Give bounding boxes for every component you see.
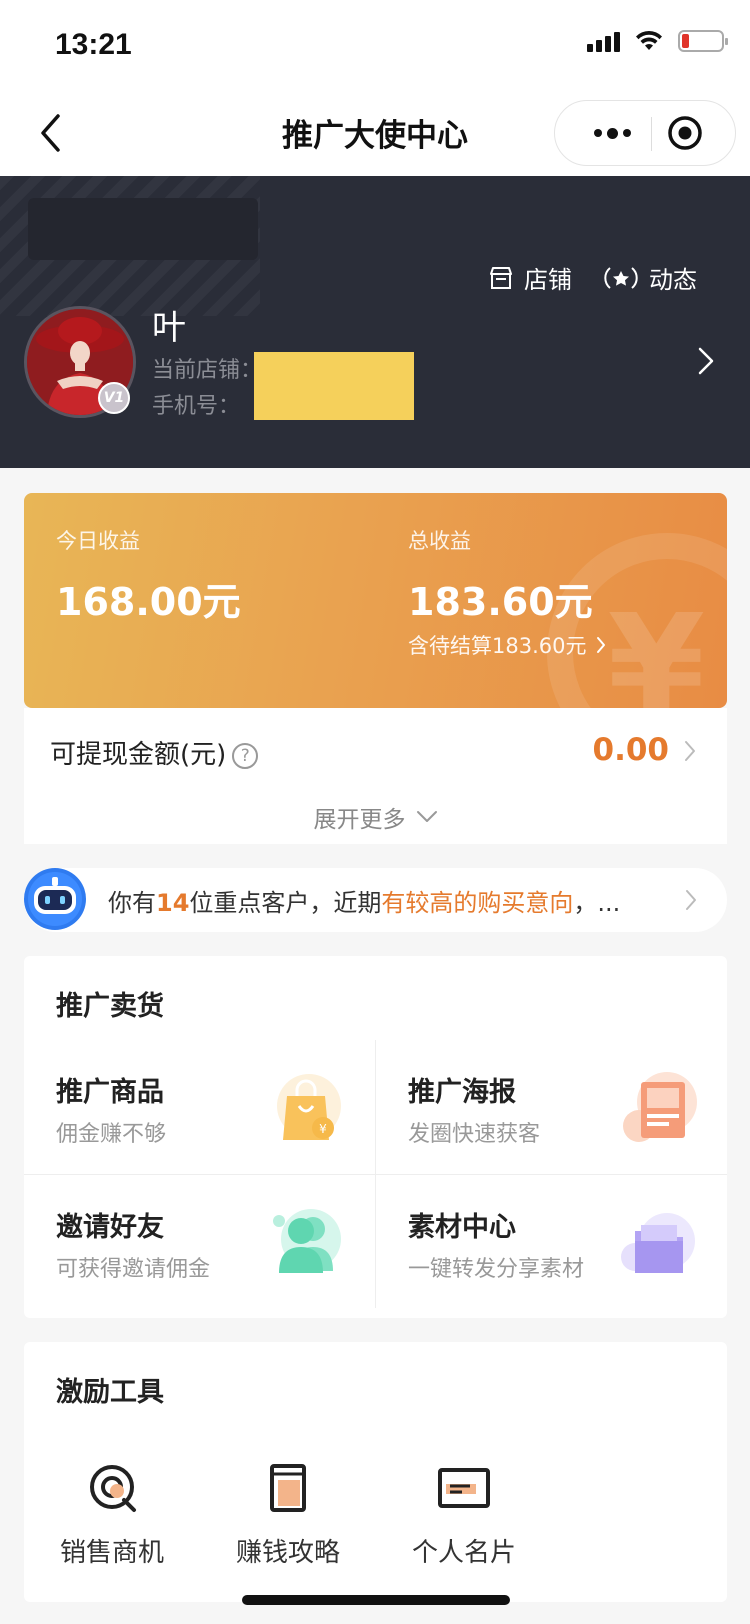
material-center-title: 素材中心	[408, 1212, 516, 1243]
material-center-subtitle: 一键转发分享素材	[408, 1257, 585, 1282]
promote-section-title: 推广卖货	[56, 991, 164, 1022]
shopping-bag-icon: ¥	[277, 1074, 341, 1140]
poster-icon	[623, 1072, 697, 1142]
business-card-tool[interactable]: 个人名片	[394, 1460, 534, 1569]
store-label: 当前店铺：	[152, 358, 263, 383]
incentive-tools-section: 激励工具 销售商机 赚钱攻略 个人名片	[24, 1342, 727, 1602]
withdraw-panel: 可提现金额(元) ? 0.00 展开更多	[24, 708, 727, 844]
activity-link[interactable]: 动态	[603, 260, 697, 295]
user-name: 叶	[152, 308, 186, 348]
notice-count: 14	[156, 889, 190, 917]
expand-more-label: 展开更多	[313, 807, 406, 833]
more-icon[interactable]	[577, 101, 647, 165]
pending-settlement-link[interactable]: 含待结算183.60元	[408, 630, 606, 660]
promote-products-tile[interactable]: 推广商品 佣金赚不够 ¥	[24, 1040, 375, 1174]
notice-suffix: ，...	[573, 889, 621, 917]
battery-icon	[678, 30, 728, 52]
sales-opportunity-label: 销售商机	[59, 1538, 164, 1568]
money-guide-tool[interactable]: 赚钱攻略	[218, 1460, 358, 1569]
business-card-label: 个人名片	[411, 1538, 516, 1568]
promote-section: 推广卖货 推广商品 佣金赚不够 ¥ 推广海报 发圈快速获客 邀请好友 可获得邀请…	[24, 956, 727, 1318]
invite-friends-subtitle: 可获得邀请佣金	[56, 1257, 211, 1282]
invite-friends-title: 邀请好友	[56, 1212, 164, 1243]
broadcast-star-icon	[604, 266, 638, 289]
notice-highlight: 有较高的购买意向	[381, 889, 574, 917]
miniprogram-capsule	[554, 100, 736, 166]
chevron-down-icon	[416, 811, 437, 822]
close-miniprogram-icon[interactable]	[666, 114, 704, 152]
profile-header: 店铺 动态 V1 叶 当前店铺： 手机号：	[0, 176, 750, 468]
expand-more-button[interactable]: 展开更多	[24, 800, 727, 834]
page: 13:21 推广大使中心 店铺 动态 V1 叶 当前店铺： 手机号： ¥ 今日收…	[0, 0, 750, 1624]
chevron-right-icon	[597, 637, 606, 653]
redacted-area	[28, 198, 258, 260]
promote-poster-subtitle: 发圈快速获客	[408, 1122, 541, 1147]
money-guide-label: 赚钱攻略	[235, 1538, 340, 1568]
nav-bar: 推广大使中心	[0, 90, 750, 176]
withdraw-chevron-icon[interactable]	[683, 740, 697, 762]
phone-label: 手机号：	[152, 394, 241, 419]
svg-text:¥: ¥	[319, 1122, 327, 1136]
incentive-tools-title: 激励工具	[56, 1377, 164, 1408]
promote-products-subtitle: 佣金赚不够	[56, 1122, 167, 1147]
business-card-icon	[438, 1468, 490, 1508]
key-customer-notice[interactable]: 你有14位重点客户，近期有较高的购买意向，...	[24, 868, 727, 932]
guide-book-icon	[270, 1464, 306, 1512]
store-icon	[490, 266, 512, 289]
redacted-info	[254, 352, 414, 420]
earnings-card: ¥ 今日收益 168.00元 总收益 183.60元 含待结算183.60元	[24, 493, 727, 708]
notice-chevron-icon	[686, 890, 696, 910]
store-link-label: 店铺	[524, 266, 572, 294]
sales-opportunity-tool[interactable]: 销售商机	[42, 1460, 182, 1569]
home-indicator[interactable]	[242, 1595, 510, 1605]
folder-icon	[621, 1213, 695, 1273]
notice-text: 你有14位重点客户，近期有较高的购买意向，...	[108, 883, 620, 918]
total-earnings-label: 总收益	[408, 529, 471, 553]
activity-link-label: 动态	[649, 266, 697, 294]
pending-settlement-text: 含待结算183.60元	[408, 634, 587, 658]
yen-watermark-icon: ¥	[607, 585, 705, 708]
material-center-tile[interactable]: 素材中心 一键转发分享素材	[376, 1175, 727, 1309]
withdrawable-label-row: 可提现金额(元) ?	[50, 734, 259, 771]
today-earnings-value: 168.00元	[56, 580, 241, 624]
total-earnings-value: 183.60元	[408, 580, 593, 624]
notice-middle: 位重点客户，近期	[189, 889, 382, 917]
notice-prefix: 你有	[108, 889, 156, 917]
promote-products-title: 推广商品	[56, 1077, 164, 1108]
promote-poster-tile[interactable]: 推广海报 发圈快速获客	[376, 1040, 727, 1174]
status-icons	[587, 30, 728, 52]
store-link[interactable]: 店铺	[488, 260, 572, 295]
invite-friends-tile[interactable]: 邀请好友 可获得邀请佣金	[24, 1175, 375, 1309]
signal-icon	[587, 30, 620, 52]
robot-assistant-icon	[24, 868, 86, 930]
status-time: 13:21	[55, 28, 132, 61]
help-icon[interactable]: ?	[232, 742, 259, 769]
wifi-icon	[636, 30, 662, 50]
status-bar: 13:21	[0, 0, 750, 90]
withdrawable-label: 可提现金额(元)	[50, 740, 227, 770]
profile-chevron-icon[interactable]	[696, 346, 716, 376]
friends-icon	[273, 1209, 341, 1273]
withdrawable-amount[interactable]: 0.00	[593, 732, 670, 768]
level-badge: V1	[98, 382, 130, 414]
opportunity-icon	[90, 1465, 136, 1512]
promote-poster-title: 推广海报	[408, 1077, 516, 1108]
today-earnings-label: 今日收益	[56, 529, 140, 553]
